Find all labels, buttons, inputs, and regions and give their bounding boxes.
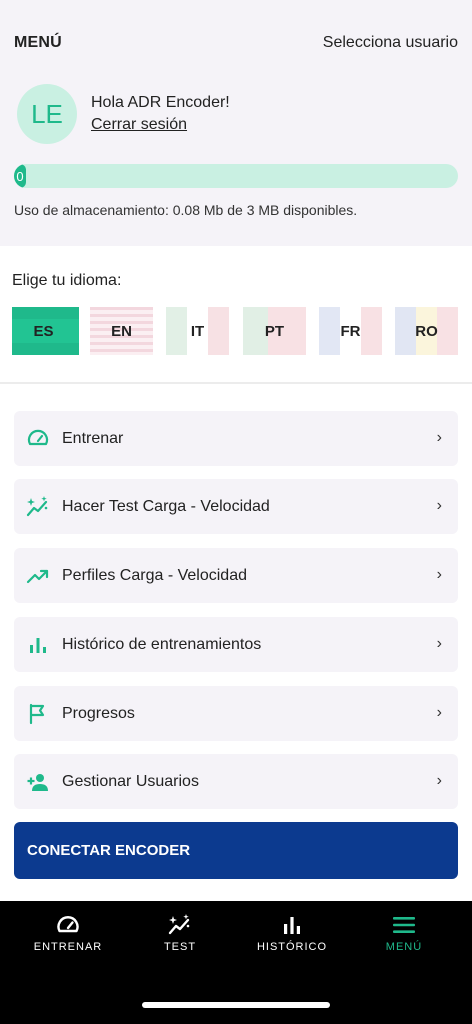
logout-link[interactable]: Cerrar sesión <box>91 116 187 134</box>
menu-item-label: Progresos <box>62 705 135 722</box>
menu-item-label: Gestionar Usuarios <box>62 773 199 790</box>
language-ro[interactable]: RO <box>395 307 458 355</box>
menu-item-test[interactable]: Hacer Test Carga - Velocidad › <box>14 479 458 534</box>
select-user-link[interactable]: Selecciona usuario <box>323 34 458 52</box>
connect-encoder-button[interactable]: CONECTAR ENCODER <box>14 822 458 879</box>
storage-text: Uso de almacenamiento: 0.08 Mb de 3 MB d… <box>14 202 358 218</box>
tab-label: TEST <box>163 941 197 953</box>
tab-entrenar[interactable]: ENTRENAR <box>18 913 118 963</box>
sparkle-chart-icon <box>26 496 48 517</box>
speedometer-icon <box>27 429 49 446</box>
language-label: PT <box>264 322 285 340</box>
language-label: FR <box>340 322 361 340</box>
menu-item-label: Hacer Test Carga - Velocidad <box>62 498 270 515</box>
language-fr[interactable]: FR <box>319 307 382 355</box>
add-user-icon <box>27 774 48 791</box>
chevron-right-icon: › <box>436 497 442 514</box>
greeting-text: Hola ADR Encoder! <box>91 94 230 111</box>
language-label: ES <box>33 322 54 340</box>
trending-up-icon <box>26 569 49 584</box>
page-title: MENÚ <box>14 34 62 51</box>
bar-chart-icon <box>284 917 300 934</box>
storage-bar-fill: 0 <box>14 164 26 188</box>
tab-label: MENÚ <box>385 941 423 953</box>
language-label: IT <box>190 322 205 340</box>
profile-panel: MENÚ Selecciona usuario LE Hola ADR Enco… <box>0 0 472 246</box>
section-divider <box>0 382 472 384</box>
tab-historico[interactable]: HISTÓRICO <box>242 913 342 963</box>
tab-menu[interactable]: MENÚ <box>354 913 454 963</box>
bar-chart-icon <box>30 638 46 653</box>
hamburger-icon <box>393 917 415 933</box>
language-it[interactable]: IT <box>166 307 229 355</box>
flag-icon <box>29 703 45 725</box>
menu-item-perfiles[interactable]: Perfiles Carga - Velocidad › <box>14 548 458 603</box>
language-label: RO <box>415 322 438 340</box>
chevron-right-icon: › <box>436 429 442 446</box>
avatar: LE <box>17 84 77 144</box>
language-en[interactable]: EN <box>90 307 153 355</box>
language-pt[interactable]: PT <box>243 307 306 355</box>
speedometer-icon <box>57 916 79 933</box>
menu-item-label: Perfiles Carga - Velocidad <box>62 567 247 584</box>
menu-item-progresos[interactable]: Progresos › <box>14 686 458 741</box>
language-title: Elige tu idioma: <box>12 272 122 289</box>
menu-item-usuarios[interactable]: Gestionar Usuarios › <box>14 754 458 809</box>
tab-label: ENTRENAR <box>33 941 103 953</box>
sparkle-chart-icon <box>168 914 190 935</box>
storage-bar: 0 <box>14 164 458 188</box>
menu-item-historico[interactable]: Histórico de entrenamientos › <box>14 617 458 672</box>
menu-item-label: Histórico de entrenamientos <box>62 636 262 653</box>
chevron-right-icon: › <box>436 772 442 789</box>
tab-test[interactable]: TEST <box>130 913 230 963</box>
menu-item-label: Entrenar <box>62 430 124 447</box>
chevron-right-icon: › <box>436 566 442 583</box>
language-label: EN <box>111 322 132 340</box>
language-selector: ES EN IT PT FR RO <box>12 307 460 355</box>
menu-item-entrenar[interactable]: Entrenar › <box>14 411 458 466</box>
tab-label: HISTÓRICO <box>256 941 328 953</box>
chevron-right-icon: › <box>436 635 442 652</box>
chevron-right-icon: › <box>436 704 442 721</box>
home-indicator[interactable] <box>142 1002 330 1008</box>
language-es[interactable]: ES <box>12 307 79 355</box>
